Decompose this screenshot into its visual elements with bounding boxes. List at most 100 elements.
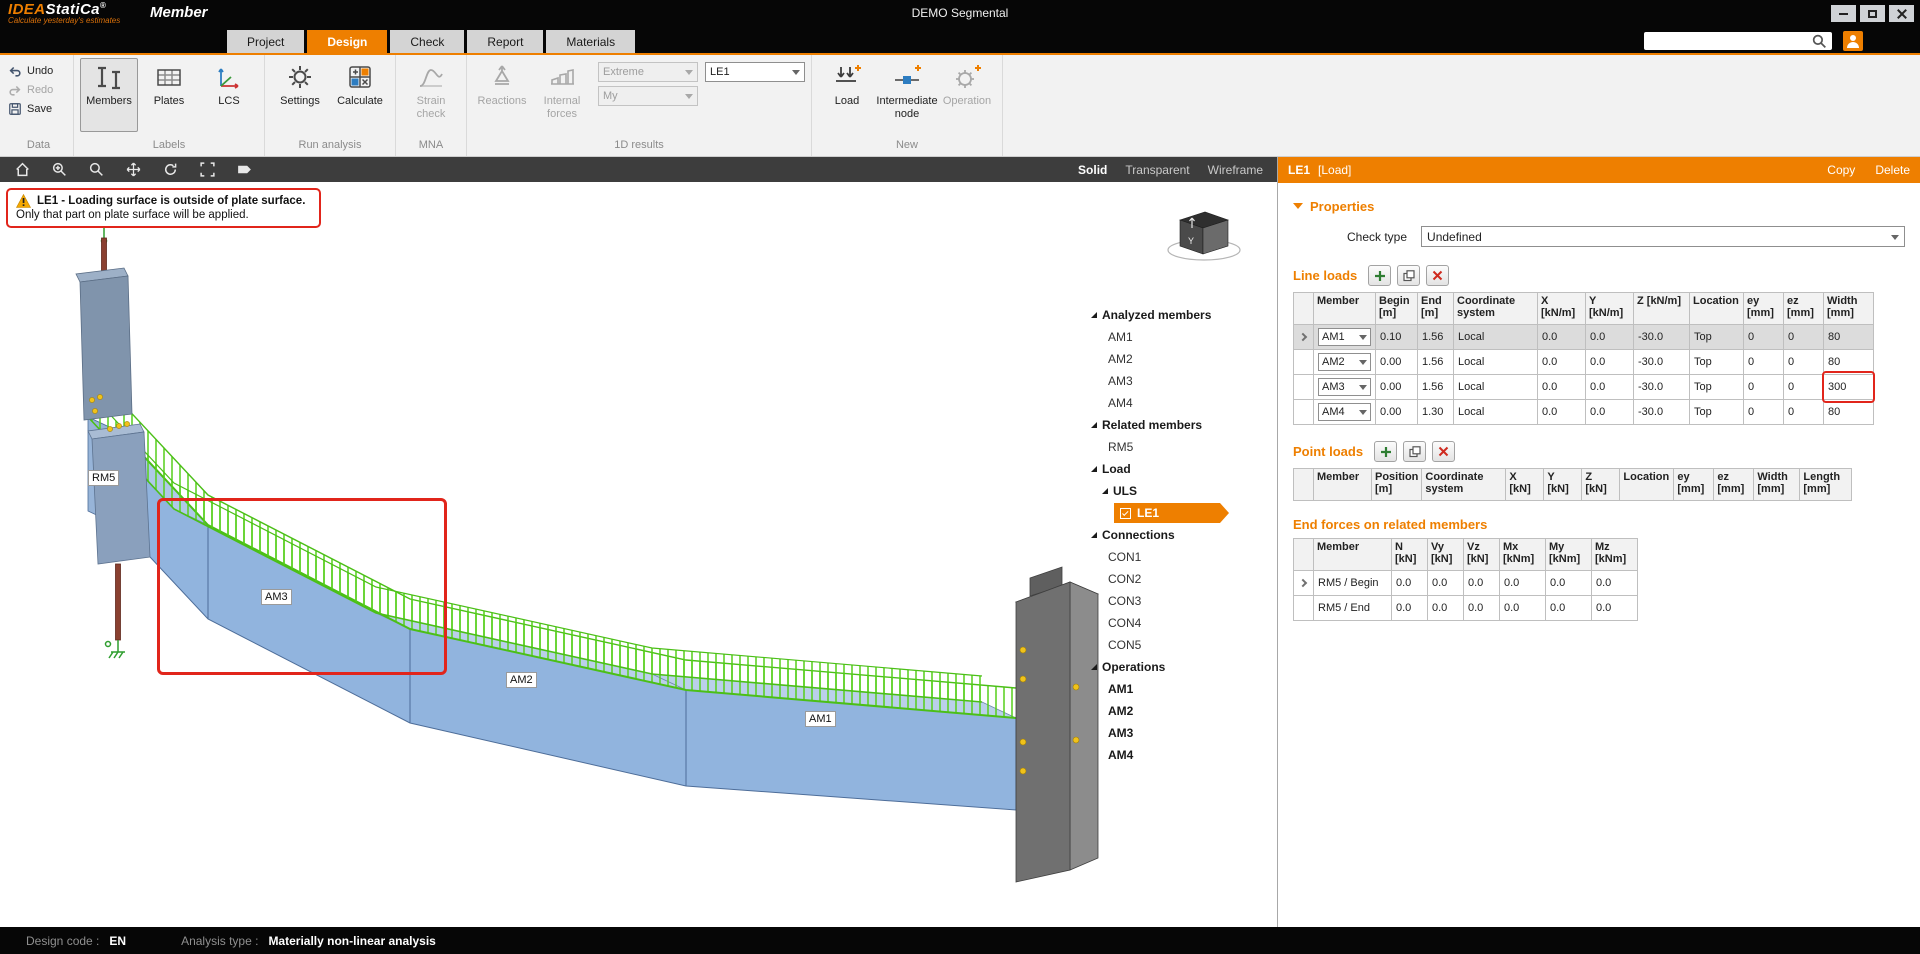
copy-line-load-button[interactable] — [1397, 265, 1420, 286]
cell-y[interactable]: 0.0 — [1586, 375, 1634, 400]
tree-section-related-members[interactable]: Related members — [1091, 414, 1271, 436]
calculate-button[interactable]: Calculate — [331, 58, 389, 132]
tab-report[interactable]: Report — [467, 30, 543, 53]
zoom-window-icon[interactable] — [51, 161, 68, 178]
cell-vy[interactable]: 0.0 — [1428, 571, 1464, 596]
tree-item-con3[interactable]: CON3 — [1091, 590, 1271, 612]
load-case-dropdown[interactable]: LE1 — [705, 62, 805, 82]
tree-item-rm5[interactable]: RM5 — [1091, 436, 1271, 458]
tree-item-am4[interactable]: AM4 — [1091, 392, 1271, 414]
tree-item-operations-am2[interactable]: AM2 — [1091, 700, 1271, 722]
row-selector[interactable] — [1294, 400, 1314, 425]
tree-section-operations[interactable]: Operations — [1091, 656, 1271, 678]
tree-section-connections[interactable]: Connections — [1091, 524, 1271, 546]
reactions-button[interactable]: Reactions — [473, 58, 531, 132]
my-dropdown[interactable]: My — [598, 86, 698, 106]
new-load-button[interactable]: Load — [818, 58, 876, 132]
tab-check[interactable]: Check — [390, 30, 464, 53]
cell-x[interactable]: 0.0 — [1538, 325, 1586, 350]
tree-item-am3[interactable]: AM3 — [1091, 370, 1271, 392]
home-icon[interactable] — [14, 161, 31, 178]
checkbox-checked-icon[interactable] — [1120, 508, 1131, 519]
table-row[interactable]: RM5 / Begin 0.0 0.0 0.0 0.0 0.0 0.0 — [1294, 571, 1638, 596]
tab-design[interactable]: Design — [307, 30, 387, 53]
copy-point-load-button[interactable] — [1403, 441, 1426, 462]
tree-item-con5[interactable]: CON5 — [1091, 634, 1271, 656]
cell-begin[interactable]: 0.00 — [1376, 400, 1418, 425]
tab-materials[interactable]: Materials — [546, 30, 635, 53]
zoom-fit-icon[interactable] — [199, 161, 216, 178]
row-selector[interactable] — [1294, 325, 1314, 350]
cell-mz[interactable]: 0.0 — [1592, 571, 1638, 596]
cell-mz[interactable]: 0.0 — [1592, 596, 1638, 621]
settings-button[interactable]: Settings — [271, 58, 329, 132]
3d-canvas[interactable]: Y LE1 - Loading surface is outside of pl… — [0, 182, 1277, 927]
cell-ez[interactable]: 0 — [1784, 375, 1824, 400]
new-operation-button[interactable]: Operation — [938, 58, 996, 132]
cell-x[interactable]: 0.0 — [1538, 350, 1586, 375]
display-mode-transparent[interactable]: Transparent — [1125, 163, 1189, 177]
add-line-load-button[interactable] — [1368, 265, 1391, 286]
tree-section-load[interactable]: Load — [1091, 458, 1271, 480]
cell-vz[interactable]: 0.0 — [1464, 596, 1500, 621]
cell-ey[interactable]: 0 — [1744, 375, 1784, 400]
add-point-load-button[interactable] — [1374, 441, 1397, 462]
cell-location[interactable]: Top — [1690, 350, 1744, 375]
right-wall-member[interactable] — [1016, 567, 1098, 882]
members-button[interactable]: Members — [80, 58, 138, 132]
cell-z[interactable]: -30.0 — [1634, 400, 1690, 425]
tree-item-am1[interactable]: AM1 — [1091, 326, 1271, 348]
left-wall-member[interactable] — [76, 220, 150, 658]
account-button[interactable] — [1843, 31, 1863, 51]
cell-ey[interactable]: 0 — [1744, 350, 1784, 375]
cell-ey[interactable]: 0 — [1744, 400, 1784, 425]
cell-location[interactable]: Top — [1690, 325, 1744, 350]
member-label-am2[interactable]: AM2 — [506, 672, 537, 688]
internal-forces-button[interactable]: Internal forces — [533, 58, 591, 132]
properties-section-title[interactable]: Properties — [1293, 199, 1905, 214]
cell-ez[interactable]: 0 — [1784, 400, 1824, 425]
row-selector[interactable] — [1294, 375, 1314, 400]
cell-mx[interactable]: 0.0 — [1500, 571, 1546, 596]
cell-x[interactable]: 0.0 — [1538, 375, 1586, 400]
tree-item-con2[interactable]: CON2 — [1091, 568, 1271, 590]
table-row[interactable]: RM5 / End 0.0 0.0 0.0 0.0 0.0 0.0 — [1294, 596, 1638, 621]
member-label-am3[interactable]: AM3 — [261, 589, 292, 605]
cell-ez[interactable]: 0 — [1784, 325, 1824, 350]
maximize-button[interactable] — [1860, 5, 1885, 22]
cell-coordinate-system[interactable]: Local — [1454, 375, 1538, 400]
label-tag-icon[interactable] — [236, 161, 253, 178]
pan-icon[interactable] — [125, 161, 142, 178]
cell-location[interactable]: Top — [1690, 375, 1744, 400]
cell-n[interactable]: 0.0 — [1392, 571, 1428, 596]
cell-coordinate-system[interactable]: Local — [1454, 350, 1538, 375]
cell-y[interactable]: 0.0 — [1586, 400, 1634, 425]
cell-width[interactable]: 80 — [1824, 400, 1874, 425]
tab-project[interactable]: Project — [227, 30, 304, 53]
cell-coordinate-system[interactable]: Local — [1454, 400, 1538, 425]
cell-my[interactable]: 0.0 — [1546, 571, 1592, 596]
cell-y[interactable]: 0.0 — [1586, 325, 1634, 350]
cell-end[interactable]: 1.30 — [1418, 400, 1454, 425]
navigation-cube[interactable]: Y — [1168, 212, 1240, 260]
cell-begin[interactable]: 0.00 — [1376, 350, 1418, 375]
tree-item-am2[interactable]: AM2 — [1091, 348, 1271, 370]
cell-width[interactable]: 80 — [1824, 325, 1874, 350]
cell-z[interactable]: -30.0 — [1634, 375, 1690, 400]
member-label-am1[interactable]: AM1 — [805, 711, 836, 727]
search-icon[interactable] — [1811, 33, 1828, 50]
cell-vy[interactable]: 0.0 — [1428, 596, 1464, 621]
intermediate-node-button[interactable]: Intermediate node — [878, 58, 936, 132]
cell-mx[interactable]: 0.0 — [1500, 596, 1546, 621]
delete-point-load-button[interactable] — [1432, 441, 1455, 462]
zoom-icon[interactable] — [88, 161, 105, 178]
member-label-rm5[interactable]: RM5 — [88, 470, 119, 486]
cell-z[interactable]: -30.0 — [1634, 325, 1690, 350]
table-row[interactable]: AM4 0.00 1.30 Local 0.0 0.0 -30.0 Top 0 … — [1294, 400, 1874, 425]
cell-begin[interactable]: 0.10 — [1376, 325, 1418, 350]
minimize-button[interactable] — [1831, 5, 1856, 22]
cell-member[interactable]: RM5 / Begin — [1314, 571, 1392, 596]
cell-my[interactable]: 0.0 — [1546, 596, 1592, 621]
member-dropdown[interactable]: AM2 — [1318, 353, 1371, 371]
check-type-dropdown[interactable]: Undefined — [1421, 226, 1905, 247]
